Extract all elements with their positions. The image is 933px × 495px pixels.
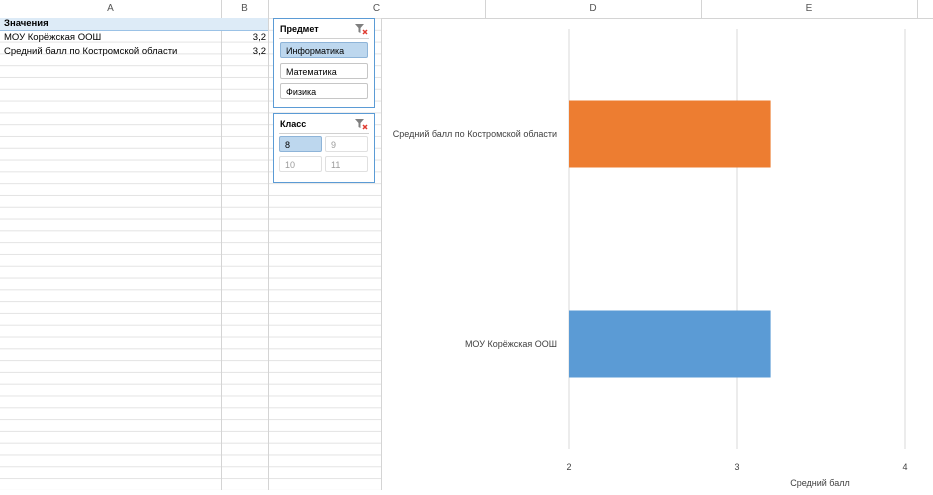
slicer-divider [279,38,369,39]
pivot-row-label[interactable]: Средний балл по Костромской области [4,46,177,58]
slicer-item-informatics[interactable]: Информатика [280,42,368,58]
clear-filter-icon[interactable] [354,23,368,35]
column-header-e[interactable]: E [701,0,918,18]
slicer-subject[interactable]: Предмет Информатика Математика Физика [273,18,375,108]
slicer-item-physics[interactable]: Физика [280,83,368,99]
column-header-d[interactable]: D [485,0,702,18]
column-headers: A B C D E [0,0,933,19]
pivot-values-header[interactable]: Значения [4,18,49,30]
chart-x-tick-label: 4 [902,462,907,472]
chart-x-axis-title: Средний балл [790,478,850,488]
slicer-item-class-8[interactable]: 8 [279,136,322,152]
column-header-a[interactable]: A [0,0,222,18]
chart-x-tick-label: 2 [566,462,571,472]
slicer-item-class-10[interactable]: 10 [279,156,322,172]
column-header-c[interactable]: C [268,0,486,18]
chart-bar [569,100,771,168]
chart-x-tick-label: 3 [734,462,739,472]
slicer-item-mathematics[interactable]: Математика [280,63,368,79]
bar-chart[interactable]: 2 3 4 Средний балл по Костромской области МО… [382,19,933,490]
pivot-row-value[interactable]: 3,2 [221,46,266,58]
chart-category-label: МОУ Корёжская ООШ [465,339,557,349]
column-header-b[interactable]: B [221,0,269,18]
slicer-divider [279,133,369,134]
clear-filter-icon[interactable] [354,118,368,130]
slicer-item-class-11[interactable]: 11 [325,156,368,172]
chart-plot: 2 3 4 Средний балл по Костромской области МО… [393,29,908,488]
chart-category-label: Средний балл по Костромской области [393,129,557,139]
chart-bar [569,310,771,378]
slicer-title: Класс [280,119,307,129]
slicer-item-class-9[interactable]: 9 [325,136,368,152]
column-divider [221,18,222,490]
pivot-row-label[interactable]: МОУ Корёжская ООШ [4,32,101,44]
slicer-title: Предмет [280,24,319,34]
column-divider [268,18,269,490]
pivot-row-value[interactable]: 3,2 [221,32,266,44]
slicer-class[interactable]: Класс 8 9 10 11 [273,113,375,183]
